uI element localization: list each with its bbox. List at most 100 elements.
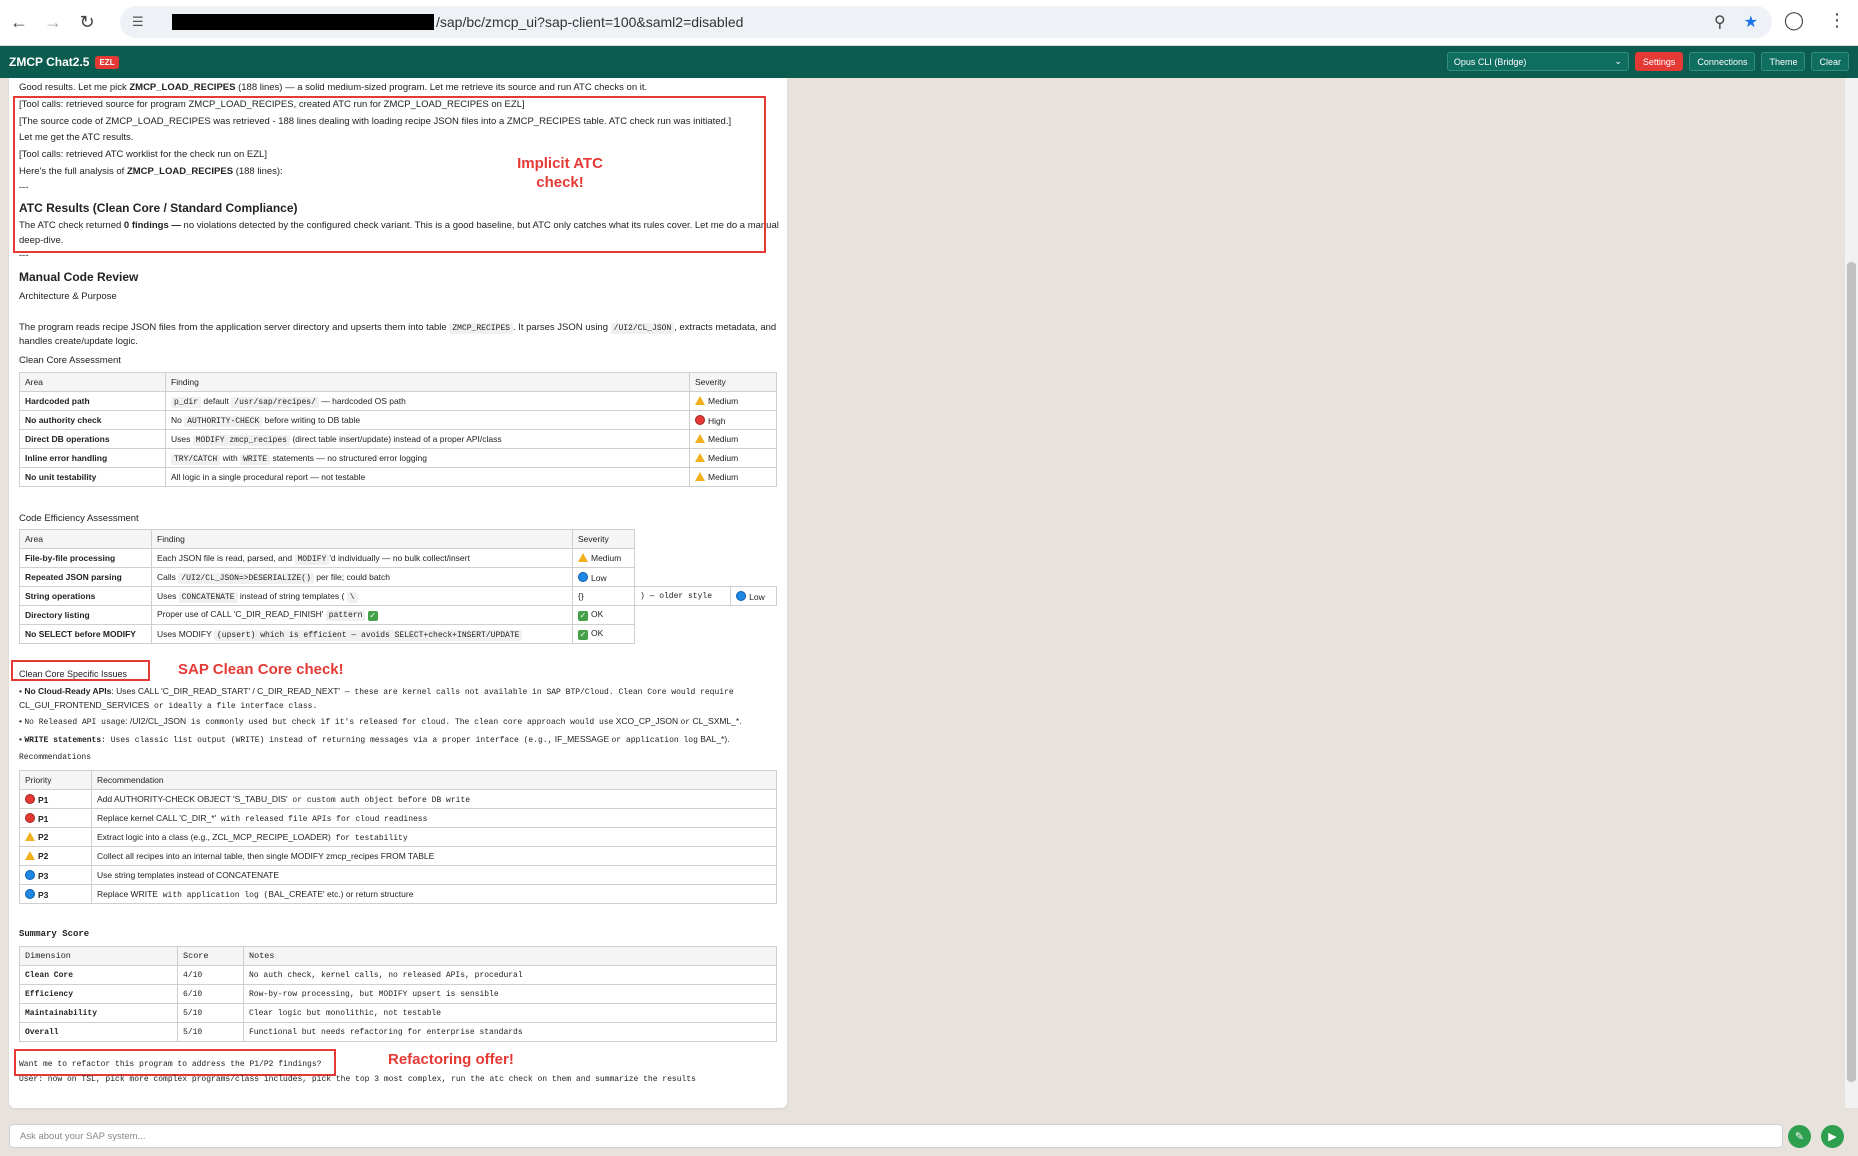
annotation-box-clean-core — [11, 660, 150, 681]
cell-area: String operations — [19, 586, 152, 606]
cell-severity: ✓ OK — [572, 624, 635, 644]
cell-finding: p_dir default /usr/sap/recipes/ — hardco… — [165, 391, 690, 411]
bookmark-star-icon[interactable]: ★ — [1744, 12, 1758, 32]
back-icon[interactable]: ← — [4, 8, 34, 38]
cell-severity: Medium — [689, 391, 777, 411]
col-header: Severity — [689, 372, 777, 392]
col-header: Priority — [19, 770, 92, 790]
table-row: P3 Replace WRITE with application log (B… — [19, 884, 777, 904]
bullet-item: • No Released API usage: /UI2/CL_JSON is… — [19, 716, 742, 727]
check-icon: ✓ — [367, 611, 378, 621]
cell-severity: Medium — [689, 448, 777, 468]
send-play-icon[interactable]: ▶ — [1821, 1125, 1844, 1148]
cell-severity: Low — [572, 567, 635, 587]
annotation-refactoring-offer: Refactoring offer! — [388, 1051, 514, 1068]
annotation-clean-core-check: SAP Clean Core check! — [178, 661, 344, 678]
bullet-item: • No Cloud-Ready APIs: Uses CALL 'C_DIR_… — [19, 686, 734, 697]
cell-priority: P2 — [19, 846, 92, 866]
cell-extra: {} — [572, 586, 635, 606]
cell-area: Inline error handling — [19, 448, 166, 468]
clear-button[interactable]: Clear — [1811, 52, 1849, 71]
col-header: Recommendation — [91, 770, 777, 790]
cell-notes: No auth check, kernel calls, no released… — [243, 965, 777, 985]
arch-text-2: handles create/update logic. — [19, 336, 138, 347]
table-row: No SELECT before MODIFY Uses MODIFY (ups… — [19, 624, 777, 644]
col-header: Finding — [151, 529, 573, 549]
table-row: Repeated JSON parsing Calls /UI2/CL_JSON… — [19, 567, 777, 587]
table-row: P1 Add AUTHORITY-CHECK OBJECT 'S_TABU_DI… — [19, 789, 777, 809]
url-text: /sap/bc/zmcp_ui?sap-client=100&saml2=dis… — [436, 14, 744, 30]
bullet-item: • WRITE statements: Uses classic list ou… — [19, 734, 730, 745]
connections-button[interactable]: Connections — [1689, 52, 1756, 71]
theme-button[interactable]: Theme — [1761, 52, 1806, 71]
table-row: Direct DB operations Uses MODIFY zmcp_re… — [19, 429, 777, 449]
warning-icon — [695, 396, 705, 405]
chat-input-placeholder: Ask about your SAP system... — [20, 1130, 146, 1142]
cell-priority: P1 — [19, 789, 92, 809]
pencil-icon[interactable]: ✎ — [1788, 1125, 1811, 1148]
cell-finding: No AUTHORITY-CHECK before writing to DB … — [165, 410, 690, 430]
clean-core-heading: Clean Core Assessment — [19, 355, 121, 366]
reload-icon[interactable]: ↻ — [72, 8, 102, 38]
table-row: No authority check No AUTHORITY-CHECK be… — [19, 410, 777, 430]
recommendations-table: Priority Recommendation P1 Add AUTHORITY… — [19, 770, 777, 904]
cell-finding: Each JSON file is read, parsed, and MODI… — [151, 548, 573, 568]
warning-icon — [25, 832, 35, 841]
cell-area: File-by-file processing — [19, 548, 152, 568]
cell-finding: Proper use of CALL 'C_DIR_READ_FINISH' p… — [151, 605, 573, 625]
col-header: Severity — [572, 529, 635, 549]
col-header: Score — [177, 946, 244, 966]
recommendations-heading: Recommendations — [19, 753, 92, 762]
cell-severity: Medium — [689, 429, 777, 449]
site-info-icon[interactable]: ☰ — [132, 14, 156, 30]
cell-finding: Uses CONCATENATE instead of string templ… — [151, 586, 573, 606]
warning-icon — [695, 472, 705, 481]
blue-circle-icon — [25, 888, 35, 899]
table-row: Inline error handling TRY/CATCH with WRI… — [19, 448, 777, 468]
cell-severity: Medium — [689, 467, 777, 487]
address-bar[interactable]: ☰ /sap/bc/zmcp_ui?sap-client=100&saml2=d… — [120, 6, 1772, 38]
table-row: Efficiency 6/10 Row-by-row processing, b… — [19, 984, 777, 1004]
cell-severity: High — [689, 410, 777, 430]
table-row: Maintainability 5/10 Clear logic but mon… — [19, 1003, 777, 1023]
chat-input[interactable]: Ask about your SAP system... — [9, 1124, 1783, 1148]
cell-area: Hardcoded path — [19, 391, 166, 411]
blue-circle-icon — [578, 571, 588, 582]
col-header: Area — [19, 372, 166, 392]
profile-icon[interactable]: ◯ — [1784, 10, 1804, 31]
check-icon: ✓ — [578, 630, 588, 640]
blue-circle-icon — [736, 590, 747, 601]
cell-recommendation: Collect all recipes into an internal tab… — [91, 846, 777, 866]
warning-icon — [578, 553, 588, 562]
env-badge: EZL — [95, 55, 119, 69]
cell-recommendation: Replace WRITE with application log (BAL_… — [91, 884, 777, 904]
menu-dots-icon[interactable]: ⋮ — [1828, 10, 1846, 31]
cell-recommendation: Add AUTHORITY-CHECK OBJECT 'S_TABU_DIS' … — [91, 789, 777, 809]
cell-dimension: Maintainability — [19, 1003, 178, 1023]
chevron-down-icon: ⌄ — [1614, 56, 1622, 66]
cell-severity: Low — [730, 586, 777, 606]
settings-button[interactable]: Settings — [1634, 52, 1684, 71]
user-message: User: now on TSL, pick more complex prog… — [19, 1075, 696, 1084]
zoom-icon[interactable]: ⚲ — [1714, 12, 1726, 32]
warning-icon — [25, 851, 35, 860]
summary-table: Dimension Score Notes Clean Core 4/10 No… — [19, 946, 777, 1042]
cell-severity: Medium — [572, 548, 635, 568]
cell-notes: Clear logic but monolithic, not testable — [243, 1003, 777, 1023]
model-select[interactable]: Opus CLI (Bridge) ⌄ — [1446, 52, 1629, 71]
cell-finding: Uses MODIFY zmcp_recipes (direct table i… — [165, 429, 690, 449]
cell-notes: Functional but needs refactoring for ent… — [243, 1022, 777, 1042]
intro-line: Good results. Let me pick ZMCP_LOAD_RECI… — [19, 82, 648, 93]
app-title: ZMCP Chat2.5 — [9, 55, 90, 69]
table-row: Hardcoded path p_dir default /usr/sap/re… — [19, 391, 777, 411]
check-icon: ✓ — [578, 611, 588, 621]
scrollbar-thumb[interactable] — [1847, 262, 1856, 1082]
cell-dimension: Clean Core — [19, 965, 178, 985]
cell-area: No SELECT before MODIFY — [19, 624, 152, 644]
annotation-implicit-atc: Implicit ATC check! — [517, 155, 603, 191]
cell-finding: TRY/CATCH with WRITE statements — no str… — [165, 448, 690, 468]
cell-severity: ✓ OK — [572, 605, 635, 625]
cell-dimension: Efficiency — [19, 984, 178, 1004]
bullet-item-line2: CL_GUI_FRONTEND_SERVICES or ideally a fi… — [19, 700, 318, 711]
forward-icon[interactable]: → — [38, 8, 68, 38]
